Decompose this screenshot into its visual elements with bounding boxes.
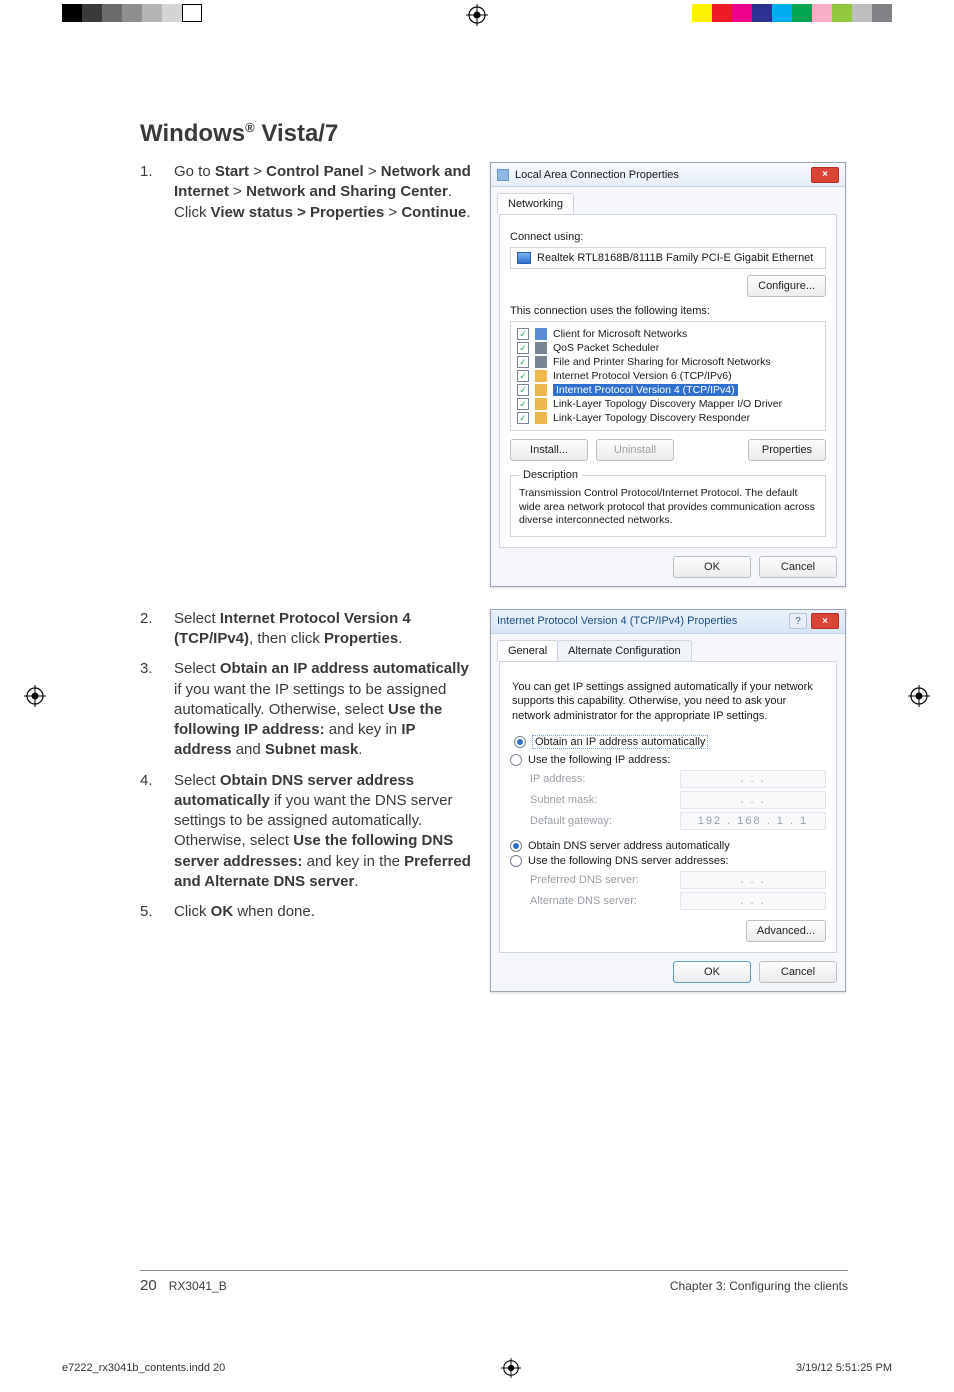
list-item[interactable]: ✓File and Printer Sharing for Microsoft … (517, 355, 819, 369)
registration-mark-top (466, 4, 488, 26)
alt-dns-field: . . . (680, 892, 826, 910)
cancel-button[interactable]: Cancel (759, 556, 837, 578)
instruction-list: Go to Start > Control Panel > Network an… (140, 162, 472, 223)
description-text: Transmission Control Protocol/Internet P… (519, 487, 817, 528)
radio-auto-dns[interactable]: Obtain DNS server address automatically (510, 840, 826, 852)
list-item[interactable]: ✓Client for Microsoft Networks (517, 327, 819, 341)
step-5: Click OK when done. (140, 902, 472, 922)
tab-alternate[interactable]: Alternate Configuration (557, 640, 692, 661)
alt-dns-label: Alternate DNS server: (530, 895, 680, 907)
dialog-titlebar: Internet Protocol Version 4 (TCP/IPv4) P… (491, 610, 845, 634)
grayscale-swatches (62, 4, 202, 22)
tab-networking[interactable]: Networking (497, 193, 574, 214)
step-4: Select Obtain DNS server address automat… (140, 771, 472, 893)
radio-use-dns[interactable]: Use the following DNS server addresses: (510, 855, 826, 867)
list-item[interactable]: ✓Link-Layer Topology Discovery Mapper I/… (517, 397, 819, 411)
dialog-titlebar: Local Area Connection Properties × (491, 163, 845, 187)
advanced-button[interactable]: Advanced... (746, 920, 826, 942)
dialog-title: Local Area Connection Properties (515, 169, 679, 181)
registration-mark-left (24, 685, 46, 707)
connect-using-label: Connect using: (510, 231, 826, 243)
connection-items-list: ✓Client for Microsoft Networks ✓QoS Pack… (510, 321, 826, 431)
properties-button[interactable]: Properties (748, 439, 826, 461)
window-icon (497, 169, 509, 181)
install-button[interactable]: Install... (510, 439, 588, 461)
description-group: Description Transmission Control Protoco… (510, 469, 826, 537)
radio-use-ip[interactable]: Use the following IP address: (510, 754, 826, 766)
dialog-title: Internet Protocol Version 4 (TCP/IPv4) P… (497, 615, 737, 627)
registration-mark-bottom (501, 1358, 521, 1378)
page-footer: 20 RX3041_B Chapter 3: Configuring the c… (140, 1270, 848, 1294)
close-icon[interactable]: × (811, 613, 839, 629)
print-registration-bar (0, 0, 954, 26)
nic-icon (517, 252, 531, 264)
screenshot-lan-properties: Local Area Connection Properties × Netwo… (490, 162, 846, 587)
tab-general[interactable]: General (497, 640, 558, 661)
imposition-file: e7222_rx3041b_contents.indd 20 (62, 1362, 225, 1374)
registration-mark-right (908, 685, 930, 707)
nic-name: Realtek RTL8168B/8111B Family PCI-E Giga… (537, 252, 813, 264)
gateway-label: Default gateway: (530, 815, 680, 827)
pref-dns-field: . . . (680, 871, 826, 889)
ok-button[interactable]: OK (673, 556, 751, 578)
pref-dns-label: Preferred DNS server: (530, 874, 680, 886)
imposition-timestamp: 3/19/12 5:51:25 PM (796, 1362, 892, 1374)
subnet-label: Subnet mask: (530, 794, 680, 806)
nic-field: Realtek RTL8168B/8111B Family PCI-E Giga… (510, 247, 826, 269)
chapter-label: Chapter 3: Configuring the clients (670, 1279, 848, 1293)
page-number: 20 (140, 1277, 157, 1294)
list-item[interactable]: ✓QoS Packet Scheduler (517, 341, 819, 355)
instruction-list-2: Select Internet Protocol Version 4 (TCP/… (140, 609, 472, 923)
ip-address-label: IP address: (530, 773, 680, 785)
step-1: Go to Start > Control Panel > Network an… (140, 162, 472, 223)
uses-items-label: This connection uses the following items… (510, 305, 826, 317)
step-2: Select Internet Protocol Version 4 (TCP/… (140, 609, 472, 650)
description-legend: Description (519, 469, 582, 481)
help-icon[interactable]: ? (789, 613, 807, 629)
close-icon[interactable]: × (811, 167, 839, 183)
list-item[interactable]: ✓Internet Protocol Version 6 (TCP/IPv6) (517, 369, 819, 383)
ipv4-intro-text: You can get IP settings assigned automat… (512, 680, 824, 723)
imposition-footer: e7222_rx3041b_contents.indd 20 3/19/12 5… (62, 1358, 892, 1378)
section-heading: Windows® Vista/7 (140, 120, 848, 148)
doc-code: RX3041_B (169, 1279, 227, 1293)
gateway-field: 192 . 168 . 1 . 1 (680, 812, 826, 830)
color-swatches (692, 4, 892, 22)
ip-address-field: . . . (680, 770, 826, 788)
subnet-field: . . . (680, 791, 826, 809)
step-3: Select Obtain an IP address automaticall… (140, 659, 472, 760)
list-item[interactable]: ✓Link-Layer Topology Discovery Responder (517, 411, 819, 425)
ok-button[interactable]: OK (673, 961, 751, 983)
cancel-button[interactable]: Cancel (759, 961, 837, 983)
radio-auto-ip[interactable]: Obtain an IP address automatically (510, 733, 826, 751)
configure-button[interactable]: Configure... (747, 275, 826, 297)
screenshot-ipv4-properties: Internet Protocol Version 4 (TCP/IPv4) P… (490, 609, 846, 992)
uninstall-button[interactable]: Uninstall (596, 439, 674, 461)
list-item-selected[interactable]: ✓Internet Protocol Version 4 (TCP/IPv4) (517, 383, 819, 397)
